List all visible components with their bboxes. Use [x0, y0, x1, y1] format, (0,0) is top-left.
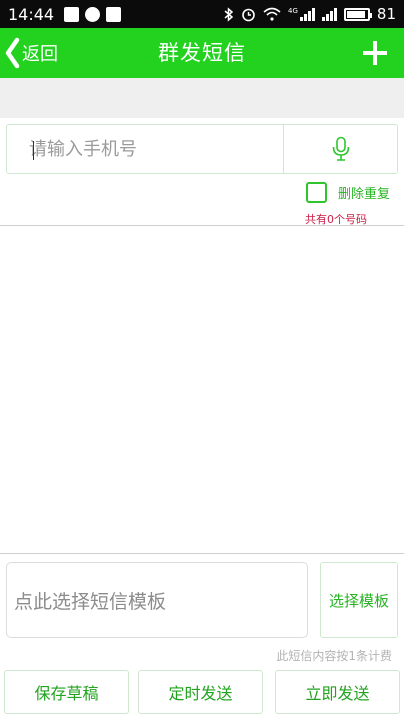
gray-strip [0, 78, 404, 118]
divider [0, 553, 404, 554]
signal-4g-icon: 4G [288, 7, 315, 21]
phone-input[interactable] [7, 125, 283, 173]
weibo-icon [85, 6, 101, 22]
status-right: 4G 81 [224, 5, 396, 23]
microphone-icon [332, 136, 349, 161]
timed-send-button[interactable]: 定时发送 [138, 670, 263, 714]
dedupe-checkbox[interactable] [306, 182, 327, 203]
select-template-button[interactable]: 选择模板 [320, 562, 398, 638]
status-bar: 14:44 4G 81 [0, 0, 404, 28]
image-icon [106, 6, 122, 22]
phone-input-row [6, 124, 398, 174]
billing-note: 此短信内容按1条计费 [276, 649, 392, 663]
page-title: 群发短信 [158, 41, 246, 65]
save-draft-button[interactable]: 保存草稿 [4, 670, 129, 714]
text-caret [33, 141, 34, 160]
bluetooth-icon [224, 6, 234, 22]
dedupe-label: 删除重复 [338, 187, 391, 202]
template-picker[interactable]: 点此选择短信模板 [6, 562, 308, 638]
send-now-button[interactable]: 立即发送 [275, 670, 400, 714]
battery-icon [343, 7, 372, 21]
plus-icon[interactable] [362, 40, 388, 66]
status-left: 14:44 [8, 4, 122, 24]
dedupe-toggle[interactable]: 删除重复 [306, 182, 390, 203]
alarm-icon [242, 8, 255, 21]
nav-bar: 返回 群发短信 [0, 28, 404, 78]
wifi-icon [263, 7, 281, 21]
divider [0, 225, 404, 226]
signal-icon [321, 7, 337, 21]
notification-icon [64, 6, 80, 22]
network-type: 4G [288, 7, 298, 15]
status-time: 14:44 [8, 4, 55, 24]
battery-level: 81 [376, 5, 396, 23]
voice-input-button[interactable] [283, 125, 397, 173]
